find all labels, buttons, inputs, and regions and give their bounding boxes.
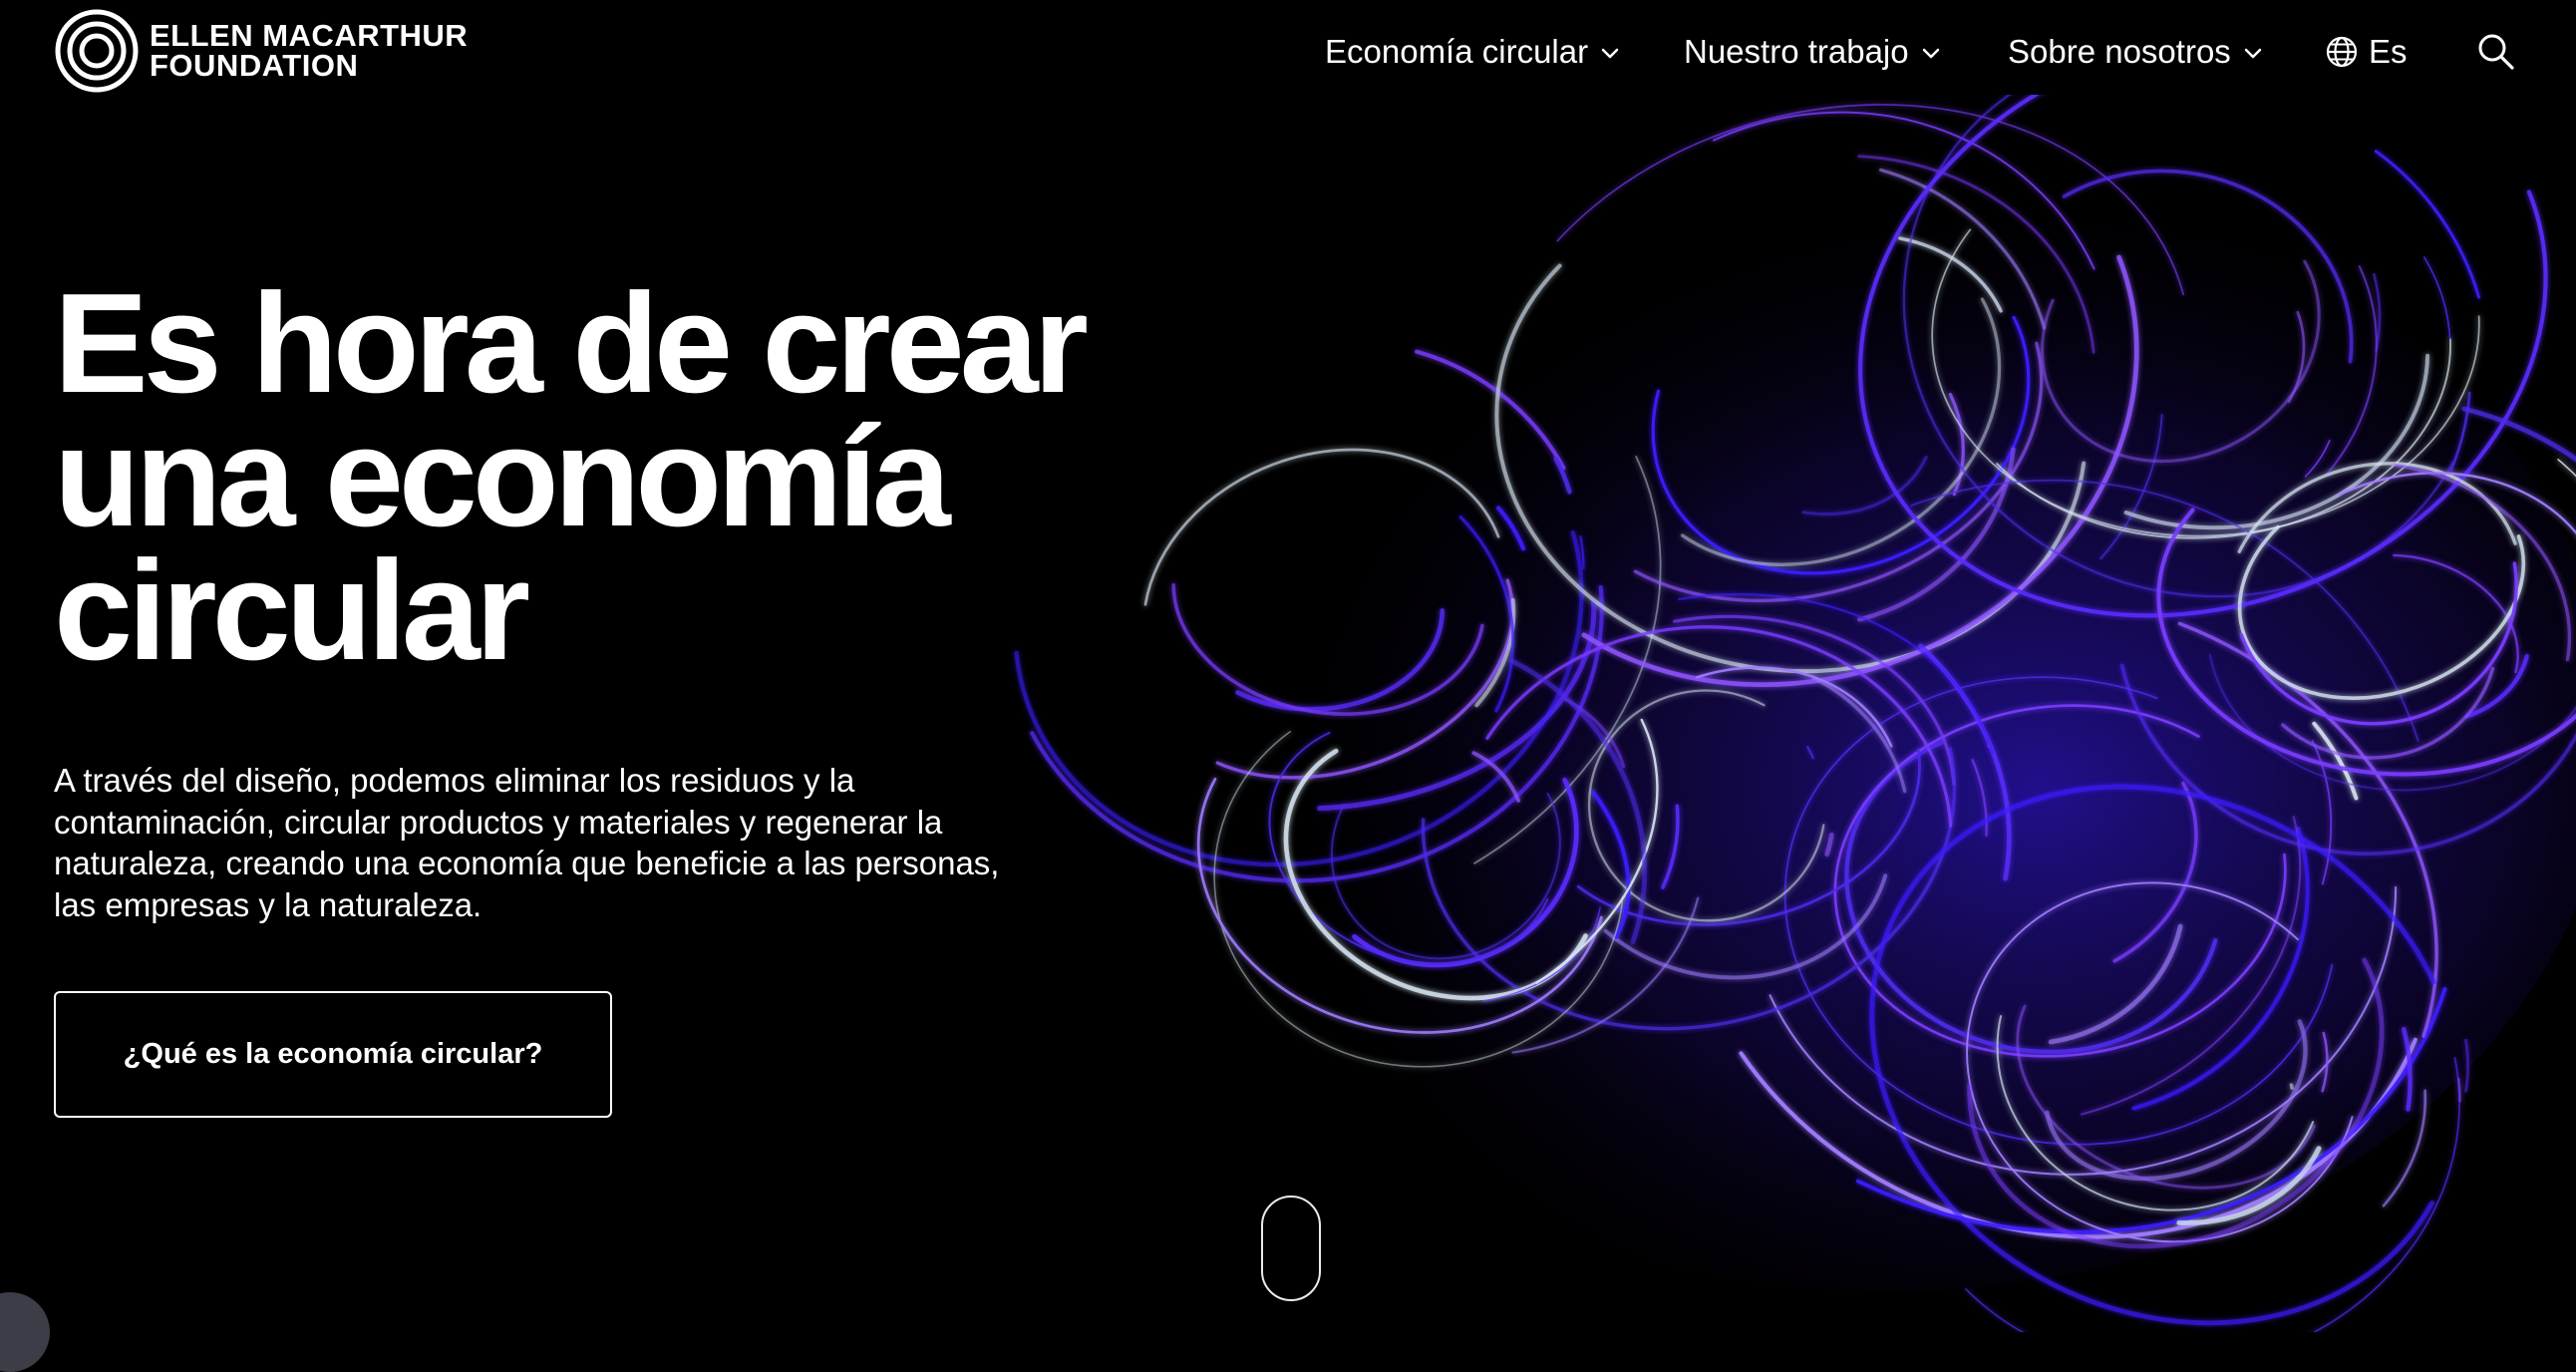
brand-line-1: ELLEN MACARTHUR [150,18,469,53]
nav-economia-circular-label: Economía circular [1325,33,1589,70]
what-is-circular-economy-button[interactable]: ¿Qué es la economía circular? [54,991,612,1118]
hero-title-line-1: Es hora de crear [54,264,1089,423]
hero-title-line-3: circular [54,531,530,690]
chat-widget-button[interactable] [0,1292,50,1372]
nav-sobre-nosotros-label: Sobre nosotros [2008,33,2231,70]
nav-nuestro-trabajo[interactable]: Nuestro trabajo [1684,33,1941,71]
nav-nuestro-trabajo-label: Nuestro trabajo [1684,33,1909,70]
site-header: ELLEN MACARTHUR FOUNDATION Economía circ… [0,0,2576,104]
hero-light-art [997,95,2576,1332]
chevron-down-icon [1922,48,1939,59]
hero-title-line-2: una economía [54,398,951,556]
globe-icon [2326,36,2358,68]
hero-title: Es hora de crear una economía circular [54,264,1111,690]
search-icon [2478,34,2514,70]
nav-sobre-nosotros[interactable]: Sobre nosotros [2008,33,2263,71]
nav-economia-circular[interactable]: Economía circular [1325,33,1620,71]
brand-wordmark: ELLEN MACARTHUR FOUNDATION [150,18,469,83]
brand-line-2: FOUNDATION [150,48,359,83]
hero-lead-paragraph: A través del diseño, podemos eliminar lo… [54,762,1000,923]
language-selector[interactable]: Es [2325,33,2408,71]
brand-logo-link[interactable]: ELLEN MACARTHUR FOUNDATION [54,8,468,94]
foundation-logo-icon [55,9,139,93]
scroll-down-indicator[interactable] [1261,1196,1321,1301]
search-button[interactable] [2476,32,2516,72]
chevron-down-icon [2244,48,2262,59]
chevron-down-icon [1601,48,1619,59]
light-trails-graphic [997,95,2576,1332]
language-label: Es [2369,33,2408,70]
